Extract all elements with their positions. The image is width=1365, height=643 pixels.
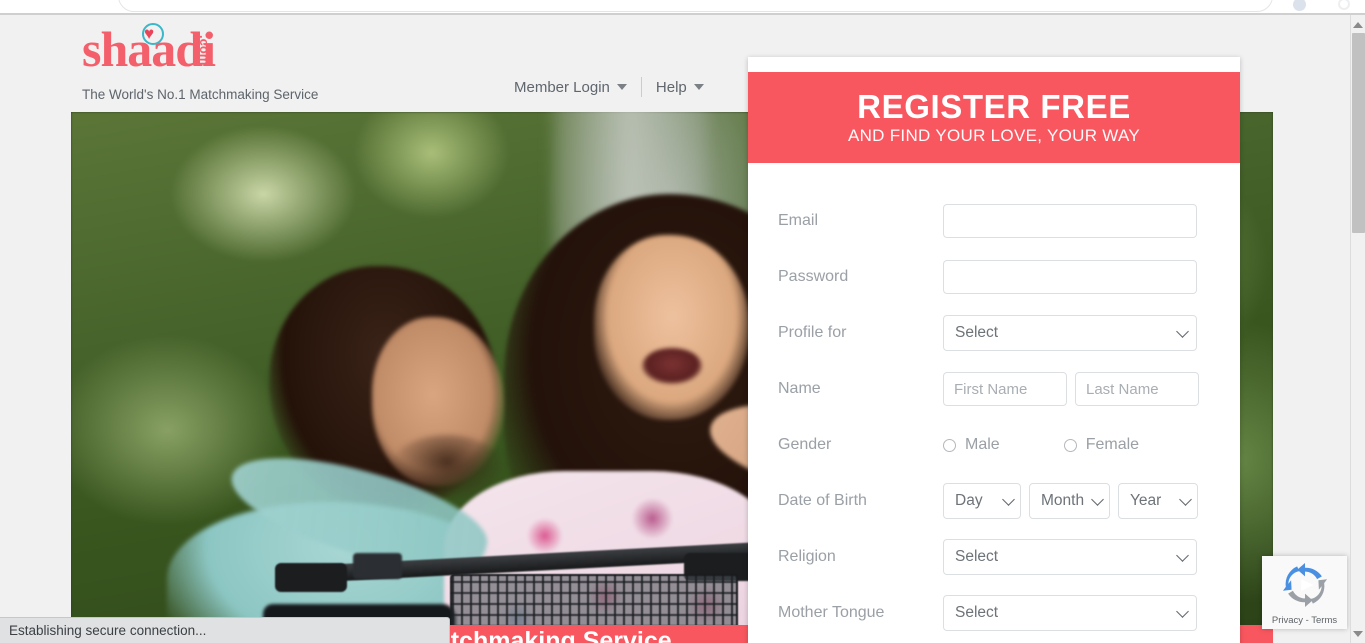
register-title: REGISTER FREE [857,87,1131,125]
profile-for-select[interactable]: Select [943,315,1197,351]
triangle-down-icon [1353,630,1363,637]
radio-icon[interactable] [1063,438,1077,452]
last-name-input[interactable] [1075,372,1199,406]
chevron-down-icon [1176,325,1189,338]
form-row-profile-for: Profile for Select [778,305,1197,361]
chevron-down-icon [1091,493,1104,506]
status-bar: Establishing secure connection... [0,617,450,643]
hero-woman-face [593,235,751,420]
profile-for-value: Select [955,324,999,341]
site-logo[interactable]: shaadi ♥ .com [82,23,342,75]
religion-label: Religion [778,548,836,565]
mother-tongue-select[interactable]: Select [943,595,1197,631]
scrollbar-up-button[interactable] [1351,17,1365,32]
form-row-mother-tongue: Mother Tongue Select [778,585,1197,641]
registration-header: REGISTER FREE AND FIND YOUR LOVE, YOUR W… [748,72,1240,163]
nav-help-label: Help [655,78,687,96]
form-row-gender: Gender Male Female [778,417,1196,473]
chevron-down-icon [1176,605,1189,618]
logo-wordmark: shaadi ♥ .com [82,23,342,75]
triangle-up-icon [1353,21,1363,28]
mother-tongue-label: Mother Tongue [778,604,885,621]
nav-help[interactable]: Help [642,79,718,96]
heart-icon: ♥ [142,23,164,45]
dob-month-select[interactable]: Month [1029,483,1110,519]
browser-viewport: shaadi ♥ .com The World's No.1 Matchmaki… [0,0,1365,643]
chevron-down-icon [1002,493,1015,506]
site-tagline: The World's No.1 Matchmaking Service [82,87,319,102]
hero-woman-smile [641,347,703,384]
registration-panel: REGISTER FREE AND FIND YOUR LOVE, YOUR W… [748,57,1240,643]
form-row-religion: Religion Select [778,529,1197,585]
dob-day-select[interactable]: Day [943,483,1021,519]
scrollbar-down-button[interactable] [1351,626,1365,641]
dob-month-value: Month [1041,492,1085,509]
address-bar[interactable] [118,0,1273,12]
gender-radio-group: Male Female [943,436,1139,454]
password-input[interactable] [943,260,1197,294]
register-subtitle: AND FIND YOUR LOVE, YOUR WAY [847,125,1141,145]
top-navigation: Member Login Help [500,77,718,97]
status-text: Establishing secure connection... [9,623,207,638]
recaptcha-logo [1282,562,1327,608]
form-row-name: Name [778,361,1199,417]
gender-female-label: Female [1085,436,1140,453]
email-input[interactable] [943,204,1197,238]
profile-avatar-icon[interactable] [1293,0,1306,11]
religion-select[interactable]: Select [943,539,1197,575]
registration-form: Email Password Profile for Select Name F… [748,163,1240,643]
email-label: Email [778,212,819,229]
browser-scrollbar[interactable] [1350,15,1365,643]
chevron-down-icon [616,84,627,90]
dob-day-value: Day [955,492,983,509]
dob-year-select[interactable]: Year [1118,483,1198,519]
promo-text: Matchmaking Service [416,627,672,643]
heart-ring-icon [142,23,164,45]
chevron-down-icon [693,84,704,90]
name-label: Name [778,380,821,397]
date-of-birth-label: Date of Birth [778,492,867,509]
web-page: shaadi ♥ .com The World's No.1 Matchmaki… [0,15,1350,643]
first-name-input[interactable] [943,372,1067,406]
radio-icon[interactable] [943,438,956,452]
gender-male-label: Male [965,436,1000,453]
nav-member-login-label: Member Login [514,78,610,96]
logo-dotcom-text: .com [197,35,212,66]
gender-option-male[interactable]: Male [943,436,1000,454]
religion-value: Select [955,548,999,565]
form-row-date-of-birth: Date of Birth Day Month Year [778,473,1198,529]
gender-option-female[interactable]: Female [1063,436,1140,454]
scrollbar-thumb[interactable] [1352,33,1365,233]
profile-for-label: Profile for [778,324,847,341]
chevron-down-icon [1179,493,1192,506]
browser-chrome-strip [0,0,1365,13]
recaptcha-terms-text[interactable]: Privacy - Terms [1272,615,1337,626]
gender-label: Gender [778,436,832,453]
hero-wristwatch [353,553,402,579]
mother-tongue-value: Select [955,604,999,621]
recaptcha-badge[interactable]: Privacy - Terms [1262,556,1347,629]
dob-year-value: Year [1130,492,1162,509]
hero-bicycle-grip-left [275,563,348,592]
hero-bicycle-basket [449,573,739,625]
nav-member-login[interactable]: Member Login [500,79,641,96]
browser-menu-icon[interactable] [1338,0,1350,10]
form-row-password: Password [778,249,1197,305]
form-row-email: Email [778,193,1197,249]
chevron-down-icon [1176,549,1189,562]
password-label: Password [778,268,849,285]
